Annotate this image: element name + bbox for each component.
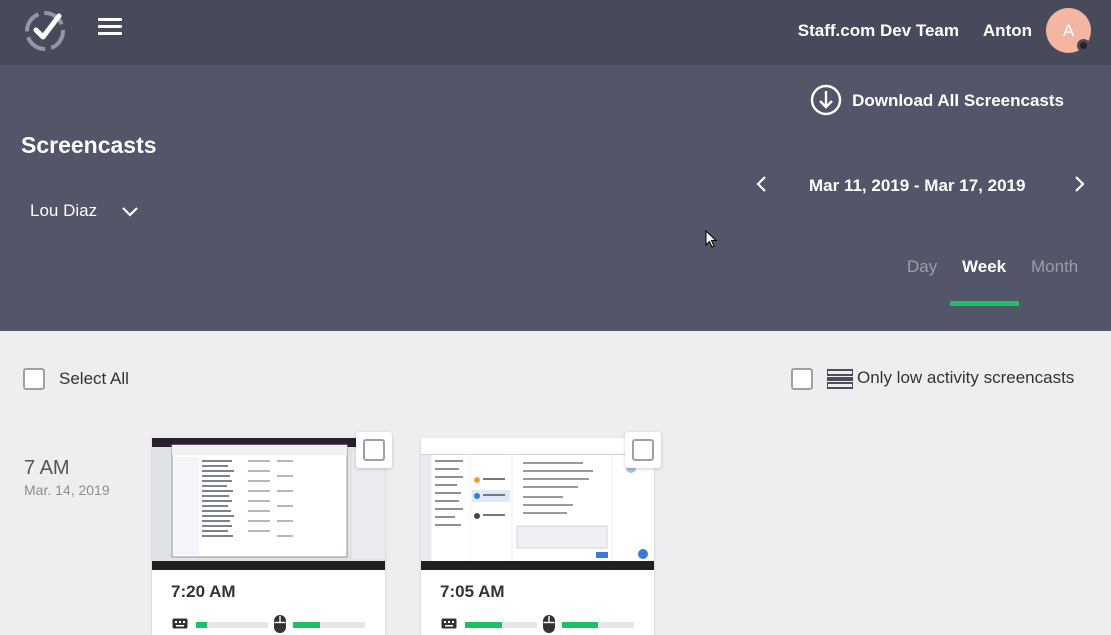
mouse-activity-bar [293, 622, 365, 628]
status-dot-icon [1077, 39, 1090, 52]
screencasts-panel: Screencasts Lou Diaz Download All Screen… [0, 65, 1111, 331]
hour-date: Mar. 14, 2019 [24, 482, 110, 498]
keyboard-activity-bar [465, 622, 537, 628]
mouse-activity-fill [293, 622, 321, 628]
tab-month[interactable]: Month [1031, 257, 1078, 277]
low-activity-checkbox[interactable] [791, 368, 813, 390]
chevron-right-icon[interactable] [1073, 175, 1087, 193]
chevron-left-icon[interactable] [754, 175, 768, 193]
page-title: Screencasts [21, 132, 157, 158]
card-checkbox[interactable] [356, 432, 392, 468]
keyboard-icon [441, 618, 457, 629]
download-all-label: Download All Screencasts [852, 91, 1064, 110]
tab-day[interactable]: Day [907, 257, 937, 277]
screencast-thumbnail[interactable] [152, 438, 385, 570]
date-range: Mar 11, 2019 - Mar 17, 2019 [809, 176, 1026, 195]
email-app-screenshot [421, 438, 654, 570]
keyboard-activity-fill [196, 622, 207, 628]
chevron-down-icon [122, 207, 138, 217]
screencast-card[interactable]: 7:05 AM [421, 432, 661, 635]
mouse-icon [274, 615, 286, 633]
mouse-activity-fill [562, 622, 598, 628]
screencast-thumbnail[interactable] [421, 438, 654, 570]
mouse-cursor-icon [705, 230, 718, 248]
user-name[interactable]: Anton [983, 21, 1032, 41]
keyboard-activity-bar [196, 622, 268, 628]
team-name[interactable]: Staff.com Dev Team [798, 21, 959, 41]
mouse-icon [543, 615, 555, 633]
download-all-button[interactable]: Download All Screencasts [810, 84, 1064, 116]
download-icon [810, 84, 842, 116]
low-activity-icon [827, 369, 853, 389]
user-dropdown[interactable]: Lou Diaz [30, 201, 138, 221]
screencast-card[interactable]: 7:20 AM [152, 432, 392, 635]
low-activity-label[interactable]: Only low activity screencasts [857, 368, 1074, 388]
mouse-activity-bar [562, 622, 634, 628]
selected-user: Lou Diaz [30, 201, 98, 220]
app-logo[interactable] [22, 8, 68, 54]
keyboard-icon [172, 618, 188, 629]
keyboard-activity-fill [465, 622, 503, 628]
select-all-checkbox[interactable] [23, 368, 45, 390]
card-checkbox[interactable] [625, 432, 661, 468]
active-tab-indicator [950, 301, 1019, 306]
hour-label: 7 AM [24, 457, 70, 479]
top-bar: Staff.com Dev Team Anton A [0, 0, 1111, 65]
file-explorer-screenshot [152, 438, 385, 570]
screencast-time: 7:20 AM [171, 582, 236, 601]
screencast-time: 7:05 AM [440, 582, 505, 601]
tab-week[interactable]: Week [962, 257, 1006, 277]
menu-icon[interactable] [98, 18, 124, 38]
select-all-label[interactable]: Select All [59, 369, 129, 389]
